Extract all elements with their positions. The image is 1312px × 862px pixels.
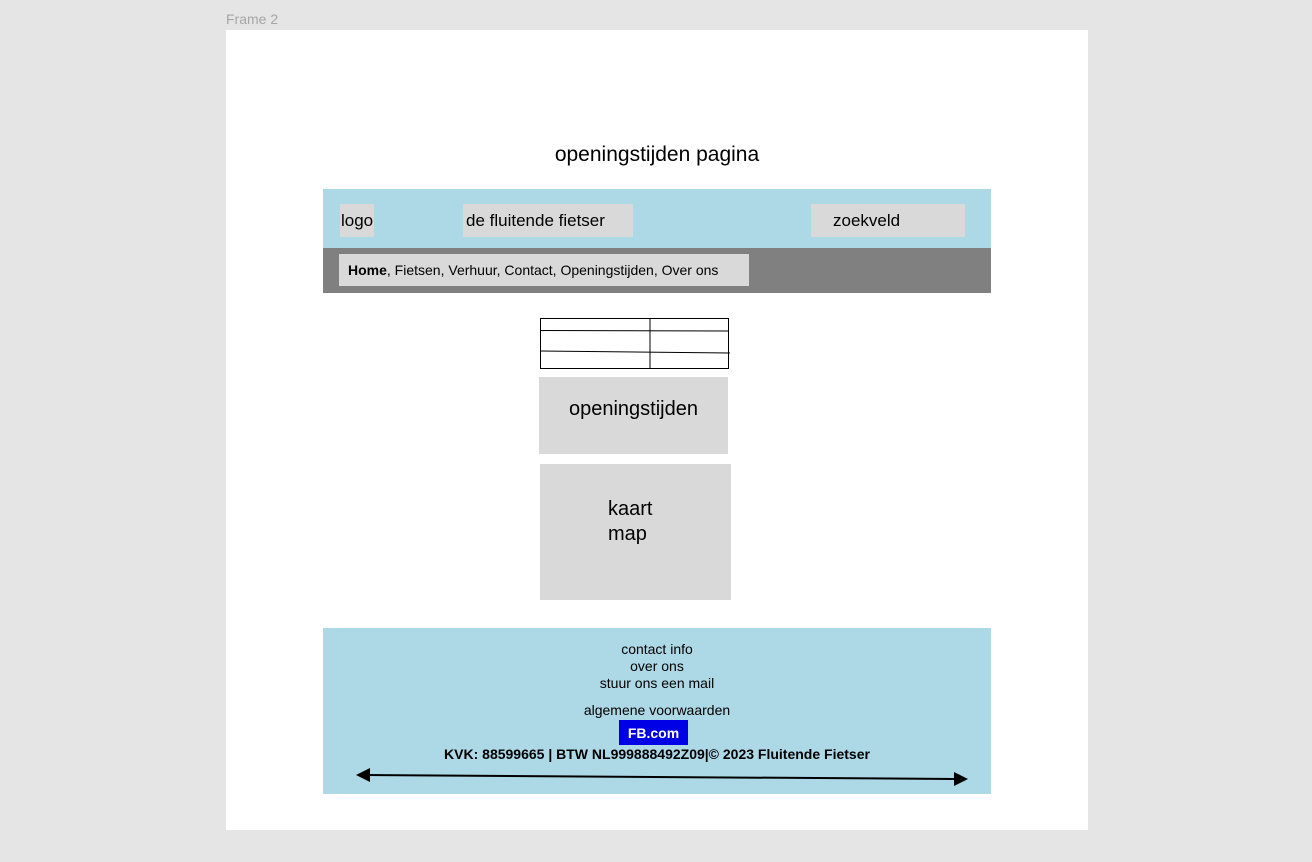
map-label-map: map — [608, 523, 647, 545]
logo[interactable]: logo — [340, 204, 374, 237]
table-row-divider — [540, 330, 729, 332]
search-field[interactable]: zoekveld — [811, 204, 965, 237]
opening-hours-block: openingstijden — [539, 377, 728, 454]
map-label-kaart: kaart — [608, 498, 653, 520]
footer: contact info over ons stuur ons een mail… — [323, 628, 991, 794]
map-placeholder[interactable]: kaart map — [540, 464, 731, 600]
nav-menu[interactable]: Home, Fietsen, Verhuur, Contact, Opening… — [339, 254, 749, 286]
nav-bar: Home, Fietsen, Verhuur, Contact, Opening… — [323, 248, 991, 293]
page-title: openingstijden pagina — [554, 143, 760, 166]
frame-label: Frame 2 — [226, 11, 279, 27]
nav-item-home[interactable]: Home — [348, 262, 387, 278]
page-frame: openingstijden pagina logo de fluitende … — [226, 30, 1088, 830]
nav-items-rest[interactable]: , Fietsen, Verhuur, Contact, Openingstij… — [387, 262, 719, 278]
table-outline — [540, 318, 729, 369]
double-arrow-icon — [356, 768, 968, 786]
site-name: de fluitende fietser — [463, 204, 633, 237]
hours-table — [540, 318, 730, 369]
header-bar: logo de fluitende fietser zoekveld — [323, 189, 991, 248]
table-row-divider — [540, 350, 730, 354]
